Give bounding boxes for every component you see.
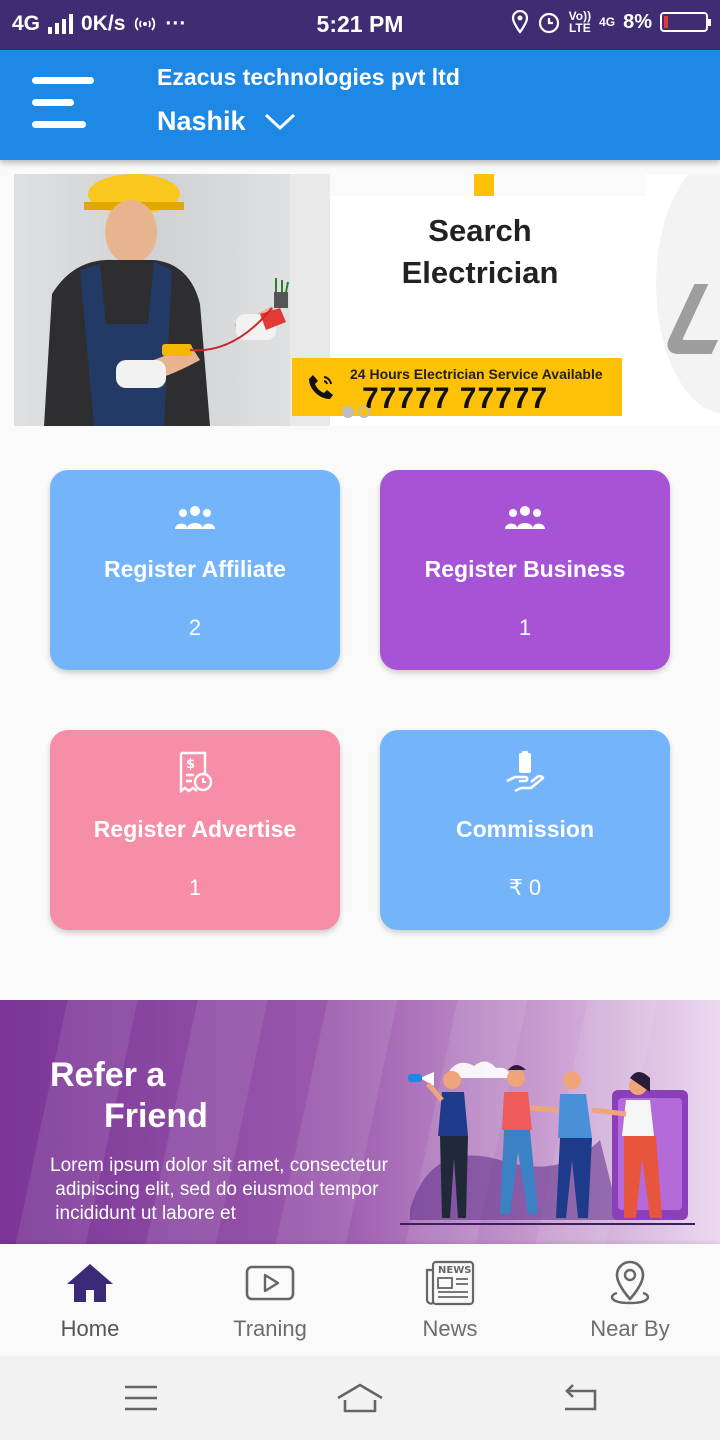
phone-icon	[309, 375, 333, 399]
next-slide-peek	[646, 174, 720, 426]
commission-card[interactable]: Commission ₹ 0	[380, 730, 670, 930]
hand-payment-icon	[380, 748, 670, 796]
volte-bottom: LTE	[568, 21, 591, 35]
refer-title-line2: Friend	[104, 1097, 208, 1135]
banner-phone-number: 77777 77777	[362, 382, 549, 415]
carousel-indicator	[342, 406, 370, 418]
play-icon	[180, 1260, 360, 1306]
nav-news[interactable]: NEWS News	[360, 1244, 540, 1356]
home-outline-icon[interactable]	[335, 1378, 385, 1418]
nav-training[interactable]: Traning	[180, 1244, 360, 1356]
refer-body-line3: incididunt ut labore et	[50, 1203, 236, 1224]
alarm-icon	[538, 12, 559, 34]
refer-title-line1: Refer a	[50, 1056, 166, 1094]
banner-title-line2: Electrician	[401, 255, 559, 290]
status-bar: 4G 0K/s ··· 5:21 PM Vo)) LTE 4G 8%	[0, 0, 720, 50]
group-icon	[50, 494, 340, 542]
battery-percent: 8%	[623, 10, 652, 33]
banner-accent	[474, 174, 494, 196]
chevron-down-icon	[264, 113, 295, 130]
menu-icon[interactable]	[32, 77, 94, 129]
home-icon	[0, 1260, 180, 1306]
refer-description: Lorem ipsum dolor sit amet, consectetur …	[50, 1154, 430, 1226]
nav-near-by[interactable]: Near By	[540, 1244, 720, 1356]
app-bar: Ezacus technologies pvt ltd Nashik	[0, 50, 720, 160]
card-count: 2	[188, 615, 202, 640]
bottom-navigation: Home Traning NEWS News Near By	[0, 1244, 720, 1356]
electrician-photo	[14, 174, 330, 426]
receipt-icon: $	[50, 748, 340, 796]
promo-banner[interactable]: Search Electrician 24 Hours Electrician …	[14, 174, 720, 426]
company-name: Ezacus technologies pvt ltd	[157, 64, 460, 90]
card-label: Register Advertise	[93, 816, 297, 842]
location-pin-icon	[540, 1260, 720, 1306]
nav-label: Near By	[590, 1316, 670, 1341]
status-right: Vo)) LTE 4G 8%	[511, 10, 711, 34]
card-label: Commission	[455, 816, 595, 842]
group-icon	[380, 494, 670, 542]
net-type-label: 4G	[599, 15, 616, 29]
location-icon	[511, 10, 528, 34]
card-count: ₹ 0	[508, 875, 542, 900]
register-affiliate-card[interactable]: Register Affiliate 2	[50, 470, 340, 670]
nav-label: Home	[60, 1316, 120, 1341]
card-count: 1	[188, 875, 202, 900]
refer-friend-banner[interactable]: Refer a Friend Lorem ipsum dolor sit ame…	[0, 1000, 720, 1244]
carousel-dot	[358, 406, 370, 418]
nav-label: News	[422, 1316, 478, 1341]
friends-illustration	[400, 1061, 695, 1225]
card-label: Register Affiliate	[104, 556, 286, 582]
city-label: Nashik	[157, 106, 246, 136]
back-icon[interactable]	[554, 1378, 604, 1418]
nav-home[interactable]: Home	[0, 1244, 180, 1356]
card-label: Register Business	[424, 556, 626, 582]
svg-text:$: $	[186, 757, 195, 772]
system-navigation-bar	[0, 1356, 720, 1440]
volte-indicator: Vo)) LTE	[569, 10, 591, 34]
nav-label: Traning	[233, 1316, 307, 1341]
card-count: 1	[518, 615, 532, 640]
banner-title: Search Electrician	[330, 210, 630, 294]
refer-body-line2: adipiscing elit, sed do eiusmod tempor	[50, 1179, 379, 1200]
news-icon: NEWS	[360, 1260, 540, 1306]
banner-title-line1: Search	[428, 213, 532, 248]
register-advertise-card[interactable]: $ Register Advertise 1	[50, 730, 340, 930]
svg-text:NEWS: NEWS	[438, 1265, 471, 1276]
battery-icon	[660, 12, 711, 32]
recents-icon[interactable]	[116, 1378, 166, 1418]
service-text: 24 Hours Electrician Service Available	[350, 366, 603, 382]
city-selector[interactable]: Nashik	[157, 106, 296, 137]
refer-body-line1: Lorem ipsum dolor sit amet, consectetur	[50, 1155, 388, 1176]
carousel-dot-active	[342, 406, 354, 418]
register-business-card[interactable]: Register Business 1	[380, 470, 670, 670]
